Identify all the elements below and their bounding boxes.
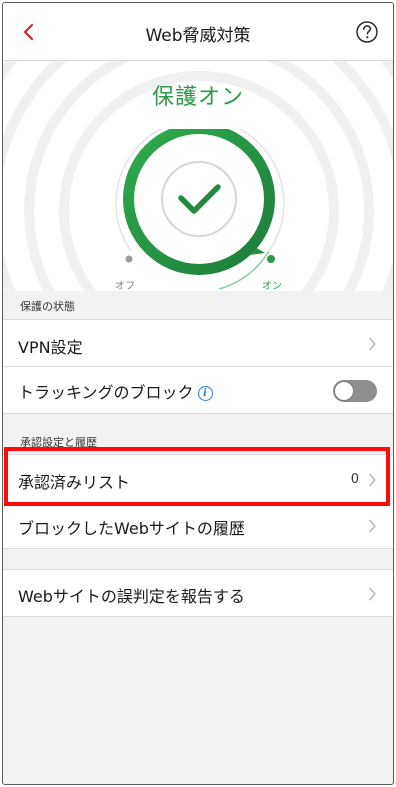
protection-dial [115,129,285,290]
protection-status-panel: 保護オン オフ オン [3,61,393,291]
section-header-approval: 承認設定と履歴 [20,436,97,449]
vpn-settings-label: VPN設定 [18,338,83,357]
approved-list-row[interactable]: 承認済みリスト 0 [3,454,393,504]
blocked-history-label: ブロックしたWebサイトの履歴 [18,519,245,538]
chevron-right-icon [369,337,376,351]
question-circle-icon[interactable] [355,20,379,44]
blocked-history-row[interactable]: ブロックしたWebサイトの履歴 [3,504,393,549]
app-screen: Web脅威対策 保護オン オフ オン 保護の状態 VPN設定 トラッキングのブロ… [2,2,394,785]
tracking-block-label-group: トラッキングのブロック i [18,379,213,403]
protection-status-title: 保護オン [151,85,244,110]
report-misjudgment-label: Webサイトの誤判定を報告する [18,587,245,606]
chevron-right-icon [369,587,376,601]
chevron-right-icon [369,473,376,487]
navigation-bar: Web脅威対策 [3,3,393,61]
approved-list-label: 承認済みリスト [18,473,131,492]
vpn-settings-row[interactable]: VPN設定 [3,319,393,367]
page-title: Web脅威対策 [145,26,251,46]
info-icon[interactable]: i [197,386,213,401]
toggle-knob [334,381,354,401]
tracking-block-label: トラッキングのブロック [18,383,194,402]
approved-list-count: 0 [350,472,359,487]
report-misjudgment-row[interactable]: Webサイトの誤判定を報告する [3,569,393,617]
chevron-right-icon [369,519,376,533]
tracking-block-row: トラッキングのブロック i [3,367,393,414]
tracking-block-toggle[interactable] [333,380,377,402]
on-label: オン [262,281,282,291]
off-label: オフ [115,281,135,291]
section-header-protection: 保護の状態 [20,300,75,313]
